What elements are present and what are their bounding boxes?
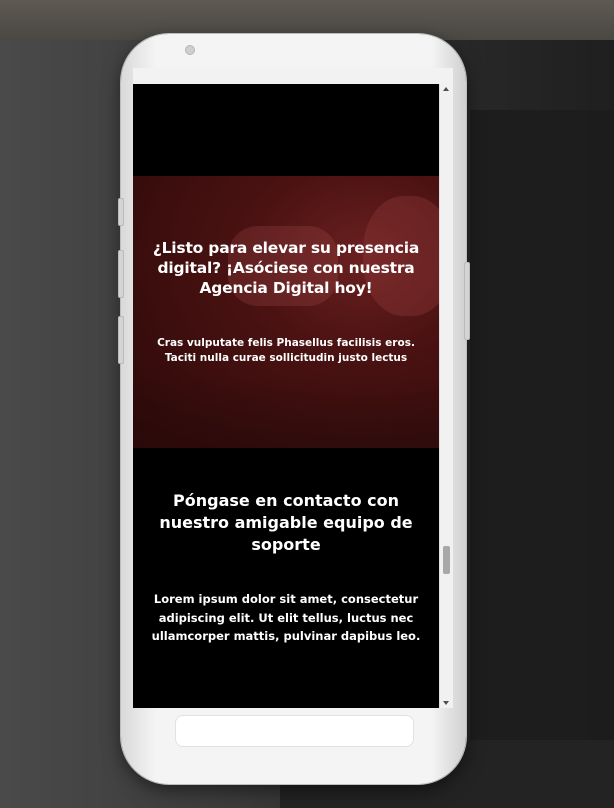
phone-power-button (464, 262, 470, 340)
phone-volume-down-button (118, 316, 124, 364)
contact-title: Póngase en contacto con nuestro amigable… (159, 491, 413, 554)
scroll-down-arrow-icon[interactable] (443, 701, 449, 705)
page-viewport[interactable]: ¿Listo para elevar su presencia digital?… (133, 84, 439, 708)
hero-background-fade (133, 376, 439, 448)
contact-text: Lorem ipsum dolor sit amet, consectetur … (151, 592, 421, 643)
cta-hero-section: ¿Listo para elevar su presencia digital?… (133, 176, 439, 448)
phone-volume-up-button (118, 250, 124, 298)
vertical-scrollbar[interactable] (439, 84, 453, 708)
hero-title: ¿Listo para elevar su presencia digital?… (152, 239, 420, 297)
hero-text: Cras vulputate felis Phasellus facilisis… (157, 337, 415, 364)
camera-icon (185, 45, 195, 55)
phone-screen: ¿Listo para elevar su presencia digital?… (133, 68, 453, 708)
scroll-up-arrow-icon[interactable] (443, 87, 449, 91)
browser-top-bar (133, 68, 453, 84)
scrollbar-thumb[interactable] (443, 545, 450, 574)
phone-side-button (118, 198, 124, 226)
backdrop-shadow (470, 110, 614, 808)
address-bar[interactable] (175, 715, 414, 747)
